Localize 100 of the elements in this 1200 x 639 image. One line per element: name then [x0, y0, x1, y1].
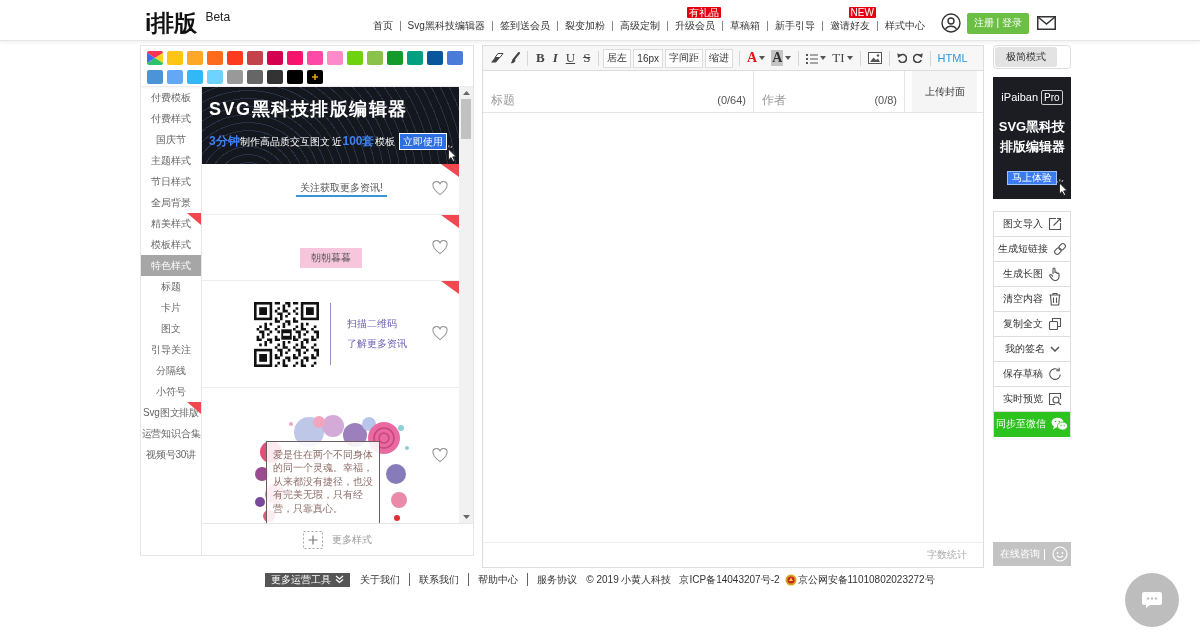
indent-button[interactable]: 缩进	[705, 48, 734, 68]
color-swatch-icon[interactable]	[207, 70, 223, 84]
try-now-button[interactable]: 马上体验	[1007, 171, 1057, 185]
add-color-icon[interactable]	[307, 70, 323, 84]
category-item[interactable]: 全局背景	[141, 192, 201, 213]
promo-banner[interactable]: SVG黑科技排版编辑器 3分钟制作高品质交互图文 近100套模板 立即使用	[202, 87, 459, 164]
highlight-color-button[interactable]: A	[768, 50, 795, 66]
color-swatch-icon[interactable]	[247, 70, 263, 84]
arrow-up-icon[interactable]	[462, 91, 470, 95]
color-swatch-icon[interactable]	[327, 51, 343, 65]
category-item[interactable]: 国庆节	[141, 129, 201, 150]
redo-icon[interactable]	[912, 53, 923, 63]
color-swatch-icon[interactable]	[347, 51, 363, 65]
category-item[interactable]: 付费模板	[141, 87, 201, 108]
category-item[interactable]: 视频号30讲	[141, 444, 201, 465]
more-tools-button[interactable]: 更多运营工具	[265, 572, 351, 587]
eraser-icon[interactable]	[490, 52, 504, 64]
subcategory-item[interactable]: 图文	[141, 318, 201, 339]
user-icon[interactable]	[940, 13, 961, 33]
style-template-card[interactable]: 朝朝暮暮	[202, 215, 459, 281]
nav-link[interactable]: 高级定制	[619, 19, 660, 33]
brush-icon[interactable]	[510, 52, 520, 64]
image-icon[interactable]	[867, 52, 882, 64]
color-swatch-icon[interactable]	[147, 70, 163, 84]
color-swatch-icon[interactable]	[447, 51, 463, 65]
text-style-button[interactable]: TI	[829, 50, 856, 66]
category-item[interactable]: 模板样式	[141, 234, 201, 255]
footer-link[interactable]: 帮助中心	[478, 572, 519, 587]
footer-link[interactable]: 联系我们	[419, 572, 460, 587]
color-swatch-icon[interactable]	[427, 51, 443, 65]
nav-link[interactable]: 新手引导	[774, 19, 815, 33]
police-record-link[interactable]: 京公网安备11010802023272号	[797, 572, 935, 587]
mail-icon[interactable]	[1037, 16, 1056, 30]
subcategory-item[interactable]: 小符号	[141, 381, 201, 402]
nav-link[interactable]: 样式中心	[884, 19, 925, 33]
bold-button[interactable]: B	[532, 50, 549, 66]
color-swatch-icon[interactable]	[287, 51, 303, 65]
nav-link[interactable]: 草稿箱	[729, 19, 760, 33]
color-swatch-icon[interactable]	[407, 51, 423, 65]
footer-link[interactable]: 服务协议	[537, 572, 578, 587]
category-item[interactable]: 运营知识合集	[141, 423, 201, 444]
heart-icon[interactable]	[432, 181, 448, 196]
color-swatch-icon[interactable]	[267, 51, 283, 65]
nav-link[interactable]: 升级会员	[674, 19, 715, 33]
author-field[interactable]: 作者	[762, 92, 875, 108]
content-editor[interactable]	[483, 112, 983, 543]
copy-icon	[1047, 317, 1062, 331]
promo-title: 排版编辑器	[999, 138, 1065, 156]
color-swatch-icon[interactable]	[227, 70, 243, 84]
color-swatch-icon[interactable]	[287, 70, 303, 84]
footer-link[interactable]: 关于我们	[360, 572, 401, 587]
subcategory-item[interactable]: 分隔线	[141, 360, 201, 381]
nav-link[interactable]: 邀请好友	[829, 19, 870, 33]
category-item[interactable]: 付费样式	[141, 108, 201, 129]
simple-mode-switch[interactable]: 极简模式	[993, 45, 1071, 69]
color-swatch-icon[interactable]	[207, 51, 223, 65]
subcategory-item[interactable]: 引导关注	[141, 339, 201, 360]
align-button[interactable]: 居左	[603, 48, 632, 68]
style-template-card[interactable]: 关注获取更多资讯!	[202, 164, 459, 215]
quote-text: 爱是住在两个不同身体的同一个灵魂。幸福，从来都没有捷径，也没有完美无瑕，只有经营，只靠真心。	[265, 441, 380, 523]
category-item[interactable]: 精美样式	[141, 213, 201, 234]
heart-icon[interactable]	[432, 239, 448, 255]
gradient-swatch-icon[interactable]	[147, 51, 163, 65]
nav-link[interactable]: Svg黑科技编辑器	[407, 19, 485, 33]
heart-icon[interactable]	[432, 447, 448, 463]
italic-button[interactable]: I	[548, 50, 562, 66]
arrow-down-icon[interactable]	[462, 515, 470, 519]
color-swatch-icon[interactable]	[167, 51, 183, 65]
scrollbar[interactable]	[459, 87, 473, 523]
font-size-button[interactable]: 16px	[633, 48, 664, 68]
undo-icon[interactable]	[896, 53, 907, 63]
color-swatch-icon[interactable]	[167, 70, 183, 84]
style-template-card[interactable]: 扫描二维码 了解更多资讯	[202, 281, 459, 388]
font-color-button[interactable]: A	[744, 50, 769, 66]
title-field[interactable]: 标题	[491, 92, 718, 108]
category-item[interactable]: 节日样式	[141, 171, 201, 192]
upload-cover-button[interactable]: 上传封面	[912, 71, 977, 112]
nav-link[interactable]: 首页	[372, 19, 393, 33]
letter-spacing-button[interactable]: 字间距	[665, 48, 704, 68]
strikethrough-button[interactable]: S	[579, 50, 595, 66]
color-swatch-icon[interactable]	[307, 51, 323, 65]
promo-banner[interactable]: iPaiban Pro SVG黑科技 排版编辑器 马上体验	[993, 77, 1071, 199]
color-swatch-icon[interactable]	[187, 70, 203, 84]
nav-link[interactable]: 签到送会员	[499, 19, 550, 33]
use-now-button[interactable]: 立即使用	[398, 133, 447, 150]
color-swatch-icon[interactable]	[267, 70, 283, 84]
underline-button[interactable]: U	[561, 50, 580, 66]
category-item[interactable]: 主题样式	[141, 150, 201, 171]
scrollbar-thumb[interactable]	[461, 99, 471, 139]
color-swatch-icon[interactable]	[387, 51, 403, 65]
heart-icon[interactable]	[432, 326, 448, 341]
color-swatch-icon[interactable]	[247, 51, 263, 65]
nav-link[interactable]: 裂变加粉	[564, 19, 605, 33]
chat-button[interactable]	[1125, 573, 1179, 627]
subcategory-item[interactable]: 标题	[141, 276, 201, 297]
color-swatch-icon[interactable]	[227, 51, 243, 65]
color-swatch-icon[interactable]	[367, 51, 383, 65]
icp-link[interactable]: 京ICP备14043207号-2	[679, 572, 780, 587]
subcategory-item[interactable]: 卡片	[141, 297, 201, 318]
color-swatch-icon[interactable]	[187, 51, 203, 65]
